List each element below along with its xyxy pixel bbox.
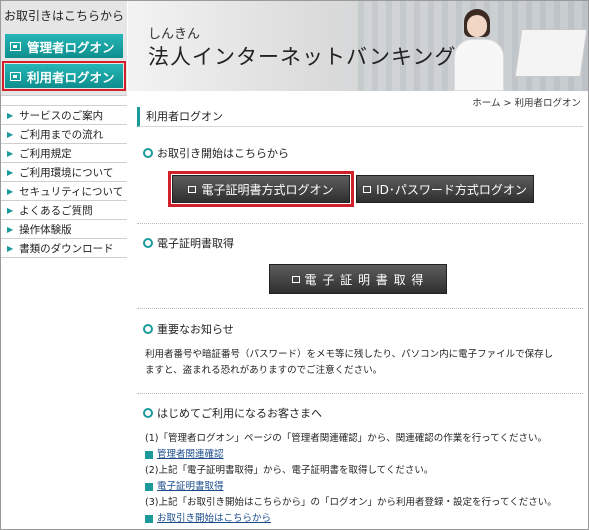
window-icon xyxy=(291,275,300,283)
arrow-right-icon: ▶ xyxy=(7,224,14,234)
get-certificate-label: 電 子 証 明 書 取 得 xyxy=(304,272,425,287)
arrow-right-icon: ▶ xyxy=(7,243,14,253)
step-text: (1)「管理者ログオン」ページの「管理者関連確認」から、関連確認の作業を行ってく… xyxy=(145,433,548,444)
section-heading-text: 重要なお知らせ xyxy=(157,323,234,336)
sidebar-nav: ▶ サービスのご案内 ▶ ご利用までの流れ ▶ ご利用規定 ▶ ご利用環境について ▶ セ… xyxy=(1,105,127,258)
person-body xyxy=(454,39,504,91)
sidebar-item-downloads[interactable]: ▶ 書類のダウンロード xyxy=(1,239,127,258)
circle-bullet-icon xyxy=(143,238,153,248)
arrow-right-icon: ▶ xyxy=(7,129,14,139)
window-icon xyxy=(188,185,197,193)
cert-login-label: 電子証明書方式ログオン xyxy=(201,182,334,197)
link-square-icon xyxy=(145,515,153,523)
sidebar-item-label: ご利用までの流れ xyxy=(19,128,104,141)
arrow-right-icon: ▶ xyxy=(7,205,14,215)
section-divider xyxy=(137,223,583,224)
sidebar-item-flow[interactable]: ▶ ご利用までの流れ xyxy=(1,125,127,144)
sidebar-item-demo[interactable]: ▶ 操作体験版 xyxy=(1,220,127,239)
step-text: (2)上記「電子証明書取得」から、電子証明書を取得してください。 xyxy=(145,465,434,476)
sidebar-item-security[interactable]: ▶ セキュリティについて xyxy=(1,182,127,201)
link-label: 管理者関連確認 xyxy=(157,449,224,460)
section-heading-text: お取引き開始はこちらから xyxy=(157,147,289,160)
banner-subtitle: しんきん xyxy=(148,27,201,42)
notice-section-heading: 重要なお知らせ xyxy=(143,321,234,337)
sidebar-item-faq[interactable]: ▶ よくあるご質問 xyxy=(1,201,127,220)
person-face xyxy=(467,15,487,37)
main-content: 利用者ログオン お取引き開始はこちらから 電子証明書方式ログオン ID･パスワー… xyxy=(137,107,583,524)
link-label: 電子証明書取得 xyxy=(157,481,224,492)
page-title: 利用者ログオン xyxy=(137,107,583,127)
section-heading-text: はじめてご利用になるお客さまへ xyxy=(157,407,322,420)
businesswoman-illustration xyxy=(450,9,506,91)
link-square-icon xyxy=(145,451,153,459)
user-login-label: 利用者ログオン xyxy=(27,69,115,85)
sidebar-item-label: 操作体験版 xyxy=(19,223,72,236)
circle-bullet-icon xyxy=(143,408,153,418)
sidebar-item-services[interactable]: ▶ サービスのご案内 xyxy=(1,106,127,125)
arrow-right-icon: ▶ xyxy=(7,110,14,120)
section-heading-text: 電子証明書取得 xyxy=(157,237,234,250)
window-icon xyxy=(10,41,21,51)
cert-acquire-link[interactable]: 電子証明書取得 xyxy=(145,479,575,495)
window-icon xyxy=(10,71,21,81)
notice-text: 利用者番号や暗証番号（パスワード）をメモ等に残したり、パソコン内に電子ファイルで… xyxy=(145,347,575,379)
login-box-title: お取引きはこちらから xyxy=(3,9,124,23)
start-transactions-link[interactable]: お取引き開始はこちらから xyxy=(145,511,575,527)
id-password-login-button[interactable]: ID･パスワード方式ログオン xyxy=(356,175,534,203)
arrow-right-icon: ▶ xyxy=(7,167,14,177)
step-text: (3)上記「お取引き開始はこちらから」の「ログオン」から利用者登録・設定を行って… xyxy=(145,497,557,508)
first-time-steps: (1)「管理者ログオン」ページの「管理者関連確認」から、関連確認の作業を行ってく… xyxy=(145,431,575,527)
cert-login-button[interactable]: 電子証明書方式ログオン xyxy=(168,171,354,207)
notice-line: ますと、盗まれる恐れがありますのでご注意ください。 xyxy=(145,365,383,376)
sidebar-item-label: サービスのご案内 xyxy=(19,109,104,122)
cert-section-heading: 電子証明書取得 xyxy=(143,235,234,251)
id-login-label: ID･パスワード方式ログオン xyxy=(376,182,527,197)
link-square-icon xyxy=(145,483,153,491)
arrow-right-icon: ▶ xyxy=(7,148,14,158)
sidebar-item-label: 書類のダウンロード xyxy=(19,242,114,255)
notice-line: 利用者番号や暗証番号（パスワード）をメモ等に残したり、パソコン内に電子ファイルで… xyxy=(145,349,554,360)
window-icon xyxy=(363,185,372,193)
admin-login-button[interactable]: 管理者ログオン xyxy=(5,34,123,58)
login-box: お取引きはこちらから 管理者ログオン 利用者ログオン xyxy=(1,1,127,96)
sidebar-item-label: ご利用規定 xyxy=(19,147,72,160)
sidebar-item-terms[interactable]: ▶ ご利用規定 xyxy=(1,144,127,163)
admin-login-label: 管理者ログオン xyxy=(27,39,115,55)
left-sidebar: お取引きはこちらから 管理者ログオン 利用者ログオン ▶ サービスのご案内 ▶ ご利… xyxy=(1,1,127,529)
laptop-illustration xyxy=(514,29,588,77)
header-banner: しんきん 法人インターネットバンキング xyxy=(128,1,588,91)
section-divider xyxy=(137,393,583,394)
sidebar-item-label: セキュリティについて xyxy=(19,185,124,198)
section-divider xyxy=(137,308,583,309)
circle-bullet-icon xyxy=(143,148,153,158)
get-certificate-button[interactable]: 電 子 証 明 書 取 得 xyxy=(269,264,447,294)
user-login-button[interactable]: 利用者ログオン xyxy=(2,61,126,91)
banner-title: 法人インターネットバンキング xyxy=(148,45,457,69)
circle-bullet-icon xyxy=(143,324,153,334)
admin-check-link[interactable]: 管理者関連確認 xyxy=(145,447,575,463)
first-time-section-heading: はじめてご利用になるお客さまへ xyxy=(143,405,322,421)
link-label: お取引き開始はこちらから xyxy=(157,513,272,524)
sidebar-item-label: ご利用環境について xyxy=(19,166,114,179)
start-section-heading: お取引き開始はこちらから xyxy=(143,145,289,161)
sidebar-item-environment[interactable]: ▶ ご利用環境について xyxy=(1,163,127,182)
sidebar-item-label: よくあるご質問 xyxy=(19,204,93,217)
arrow-right-icon: ▶ xyxy=(7,186,14,196)
